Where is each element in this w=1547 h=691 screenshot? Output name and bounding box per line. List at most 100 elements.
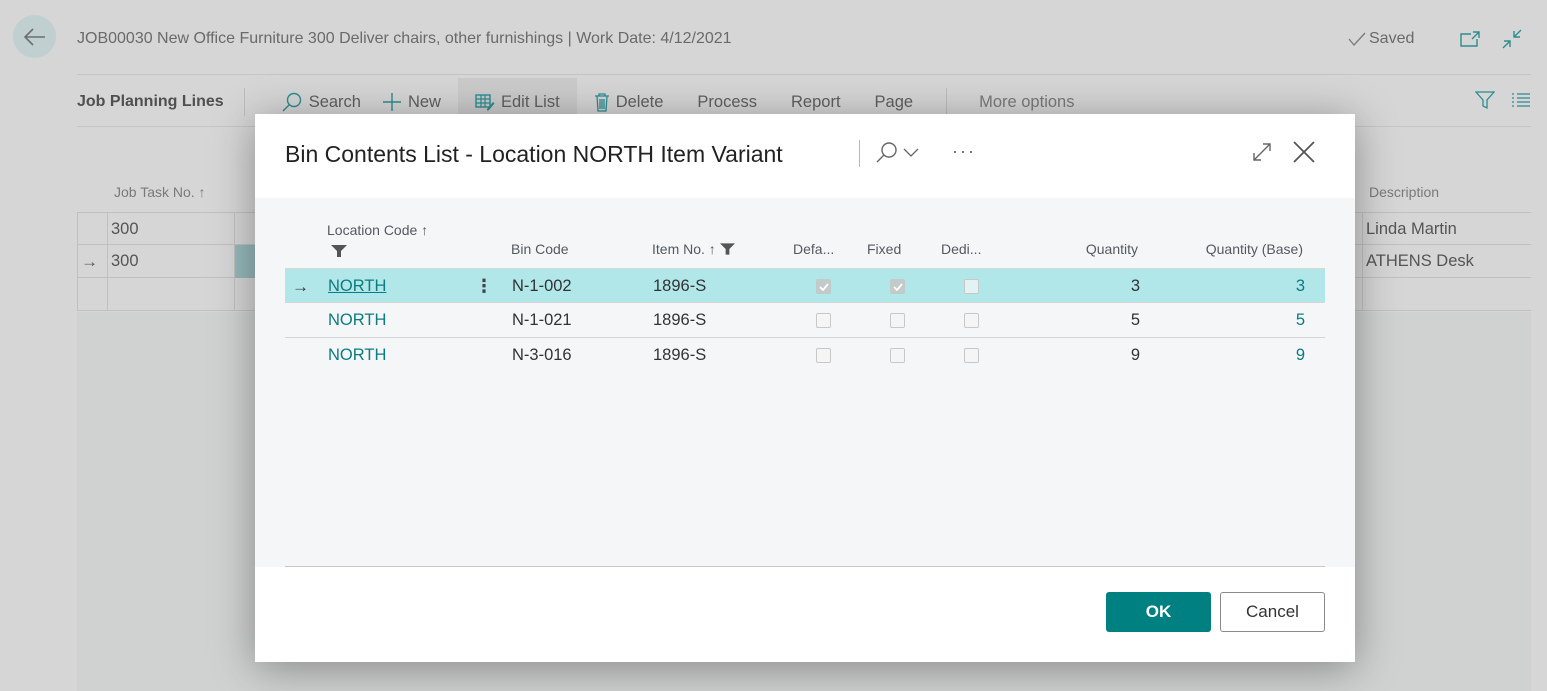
filter-icon — [719, 243, 735, 255]
divider — [77, 74, 1531, 75]
column-header-description[interactable]: Description — [1369, 184, 1439, 200]
job-task-no-cell[interactable] — [107, 278, 234, 311]
column-header-quantity[interactable]: Quantity — [1045, 241, 1138, 257]
checkmark-icon — [1348, 32, 1366, 46]
expand-button[interactable] — [1251, 141, 1273, 168]
dedicated-checkbox[interactable] — [964, 348, 979, 363]
chevron-down-icon — [903, 148, 919, 157]
bin-code-cell[interactable]: N-1-021 — [512, 303, 572, 338]
more-options-button[interactable]: ··· — [952, 141, 976, 162]
fixed-checkbox[interactable] — [890, 279, 905, 294]
checkmark-icon — [892, 282, 903, 291]
column-header-job-task-no[interactable]: Job Task No. ↑ — [114, 184, 206, 200]
description-cell[interactable]: ATHENS Desk — [1362, 245, 1531, 278]
location-code-cell[interactable]: NORTH — [328, 338, 386, 373]
page-label: Page — [874, 92, 914, 111]
ok-button[interactable]: OK — [1106, 592, 1211, 632]
item-no-label: Item No. ↑ — [652, 241, 716, 257]
dedicated-checkbox[interactable] — [964, 279, 979, 294]
quantity-cell: 3 — [1130, 277, 1140, 295]
column-header-dedicated[interactable]: Dedi... — [941, 241, 981, 257]
cell — [234, 278, 254, 311]
dialog-title: Bin Contents List - Location NORTH Item … — [285, 141, 783, 167]
header-separator — [859, 140, 860, 167]
list-view-button[interactable] — [1511, 92, 1531, 113]
item-no-cell[interactable]: 1896-S — [653, 338, 706, 373]
row-indicator — [77, 213, 107, 246]
item-no-cell[interactable]: 1896-S — [653, 269, 706, 304]
dialog-search-button[interactable] — [875, 140, 919, 164]
close-button[interactable] — [1292, 140, 1316, 169]
quantity-base-cell[interactable]: 5 — [1205, 303, 1305, 338]
column-header-item-no[interactable]: Item No. ↑ — [652, 241, 735, 257]
collapse-icon — [1502, 29, 1522, 49]
column-header-quantity-base[interactable]: Quantity (Base) — [1175, 241, 1303, 257]
column-header-bin-code[interactable]: Bin Code — [511, 241, 569, 257]
fixed-checkbox[interactable] — [890, 348, 905, 363]
more-options-icon: ··· — [952, 141, 976, 161]
item-no-cell[interactable]: 1896-S — [653, 303, 706, 338]
saved-status: Saved — [1348, 30, 1414, 48]
list-view-icon — [1512, 92, 1530, 107]
open-in-new-window-button[interactable] — [1458, 27, 1482, 51]
bin-contents-dialog: Bin Contents List - Location NORTH Item … — [255, 114, 1355, 662]
bin-code-cell[interactable]: N-3-016 — [512, 338, 572, 373]
quantity-cell: 5 — [1130, 311, 1140, 329]
more-options-label: More options — [979, 92, 1075, 111]
dialog-header: Bin Contents List - Location NORTH Item … — [255, 114, 1355, 198]
filter-icon — [1474, 90, 1496, 109]
edit-list-label: Edit List — [500, 92, 560, 111]
quantity-base-cell[interactable]: 3 — [1205, 269, 1305, 304]
saved-label: Saved — [1369, 30, 1415, 47]
edit-list-icon — [475, 94, 495, 111]
dialog-footer: OK Cancel — [255, 567, 1355, 662]
action-separator — [946, 88, 948, 116]
column-header-default[interactable]: Defa... — [793, 241, 834, 257]
collapse-button[interactable] — [1500, 27, 1524, 51]
location-code-cell[interactable]: NORTH — [328, 303, 386, 338]
action-bar-title: Job Planning Lines — [77, 88, 245, 116]
job-task-no-cell[interactable]: 300 — [107, 245, 234, 278]
back-button[interactable] — [13, 15, 56, 58]
bin-code-cell[interactable]: N-1-002 — [512, 269, 572, 304]
trash-icon — [594, 93, 609, 112]
search-icon — [876, 142, 897, 163]
plus-icon — [382, 93, 401, 111]
description-cell[interactable]: Linda Martin — [1362, 213, 1531, 246]
cancel-button[interactable]: Cancel — [1220, 592, 1325, 632]
table-row[interactable]: → NORTH ⋮ N-1-002 1896-S 3 3 — [285, 268, 1325, 303]
arrow-left-icon — [23, 27, 45, 46]
report-label: Report — [791, 92, 841, 111]
filter-button[interactable] — [1474, 90, 1496, 115]
dedicated-checkbox[interactable] — [964, 313, 979, 328]
current-row-arrow-icon: → — [292, 277, 309, 296]
fixed-checkbox[interactable] — [890, 313, 905, 328]
default-checkbox[interactable] — [816, 348, 831, 363]
description-cell[interactable] — [1362, 278, 1531, 311]
close-icon — [1293, 141, 1315, 163]
table-row[interactable]: NORTH N-3-016 1896-S 9 9 — [285, 338, 1325, 373]
default-checkbox[interactable] — [816, 313, 831, 328]
search-label: Search — [308, 92, 361, 111]
page-title: JOB00030 New Office Furniture 300 Delive… — [77, 30, 732, 47]
process-label: Process — [697, 92, 757, 111]
column-header-location-code[interactable]: Location Code ↑ — [327, 222, 428, 238]
column-header-fixed[interactable]: Fixed — [867, 241, 901, 257]
row-indicator — [77, 278, 107, 311]
location-code-cell[interactable]: NORTH — [328, 269, 386, 304]
default-checkbox[interactable] — [816, 279, 831, 294]
delete-label: Delete — [615, 92, 664, 111]
location-code-filter-indicator — [331, 244, 347, 262]
job-task-no-cell[interactable]: 300 — [107, 213, 234, 246]
bin-contents-grid: Location Code ↑ Bin Code Item No. ↑ Defa… — [255, 198, 1355, 567]
new-label: New — [407, 92, 441, 111]
cell — [234, 213, 254, 246]
current-row-arrow-icon: → — [77, 245, 107, 278]
search-icon — [282, 92, 301, 112]
checkmark-icon — [818, 282, 829, 291]
row-actions-button[interactable]: ⋮ — [475, 269, 493, 304]
quantity-cell: 9 — [1130, 346, 1140, 364]
open-in-new-window-icon — [1460, 31, 1480, 47]
table-row[interactable]: NORTH N-1-021 1896-S 5 5 — [285, 303, 1325, 338]
quantity-base-cell[interactable]: 9 — [1205, 338, 1305, 373]
